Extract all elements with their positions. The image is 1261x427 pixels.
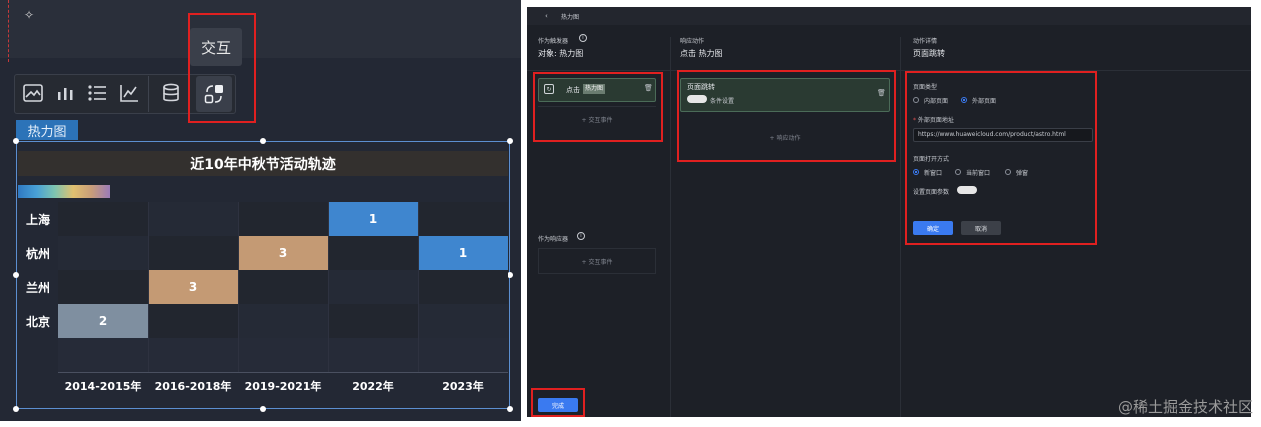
toolbar-divider [148, 76, 149, 112]
component-tag[interactable]: 热力图 [16, 120, 78, 140]
heatmap-empty-cell [148, 236, 238, 270]
heatmap-empty-cell [328, 270, 418, 304]
add-receiver-event-button[interactable]: + 交互事件 [538, 248, 656, 274]
heatmap-empty-cell [148, 338, 238, 372]
x-tick-label: 2014-2015年 [64, 380, 142, 393]
response-title: 点击 热力图 [680, 49, 723, 58]
resize-handle-tr[interactable] [507, 138, 513, 144]
bar-chart-icon[interactable] [52, 80, 78, 106]
image-chart-icon[interactable] [20, 80, 46, 106]
x-tick-label: 2023年 [442, 380, 484, 393]
editor-canvas-panel: ✧ 交互 热力图 近10年中秋节活动轨迹 上海 1 杭州 3 1 兰州 3 北京 2 2014-2… [0, 0, 521, 421]
heatmap-empty-cell [328, 304, 418, 338]
trigger-object-label: 对象: 热力图 [538, 49, 584, 58]
heatmap-empty-cell [58, 236, 148, 270]
database-icon[interactable] [158, 80, 184, 106]
trigger-section-label: 作为触发器 [538, 38, 569, 45]
heatmap-empty-cell [328, 236, 418, 270]
response-section-label: 响应动作 [680, 38, 705, 45]
heatmap-cell: 1 [328, 202, 418, 236]
resize-handle-tm[interactable] [260, 138, 266, 144]
heatmap-empty-cell [58, 202, 148, 236]
resize-handle-bm[interactable] [260, 406, 266, 412]
y-tick-label: 杭州 [25, 246, 50, 261]
highlight-interaction [188, 13, 256, 123]
heatmap-empty-cell [238, 270, 328, 304]
watermark: @稀土掘金技术社区 [1117, 398, 1253, 416]
y-tick-label: 兰州 [25, 280, 50, 295]
heatmap-empty-cell [418, 304, 508, 338]
detail-section-label: 动作详情 [913, 38, 938, 45]
grid-line [148, 202, 149, 372]
x-tick-label: 2016-2018年 [154, 380, 232, 393]
heatmap-cell: 1 [418, 236, 508, 270]
heatmap-empty-cell [58, 338, 148, 372]
resize-handle-br[interactable] [507, 406, 513, 412]
heatmap-chart: 上海 1 杭州 3 1 兰州 3 北京 2 2014-2015年 2016-2018年 2019-20… [18, 202, 508, 402]
column-divider-2 [900, 37, 901, 417]
color-legend [18, 185, 110, 198]
heatmap-empty-cell [238, 304, 328, 338]
heatmap-empty-cell [328, 338, 418, 372]
resize-handle-bl[interactable] [13, 406, 19, 412]
header-title: 热力图 [561, 14, 580, 21]
column-divider-1 [670, 37, 671, 417]
chart-title: 近10年中秋节活动轨迹 [18, 151, 508, 176]
guide-line [8, 0, 9, 62]
heatmap-cell: 2 [58, 304, 148, 338]
x-tick-label: 2022年 [352, 380, 394, 393]
highlight-detail [905, 71, 1097, 245]
x-tick-label: 2019-2021年 [244, 380, 322, 393]
receiver-section-label: 作为响应器 [538, 236, 569, 243]
resize-handle-tl[interactable] [13, 138, 19, 144]
interaction-settings-panel: ‹ 热力图 作为触发器 i 对象: 热力图 ↻ 点击 热力图 🗑 + 交互事件 … [527, 7, 1251, 417]
heatmap-empty-cell [238, 338, 328, 372]
info-icon-2[interactable]: i [577, 232, 585, 240]
panel-header [527, 7, 1251, 25]
sparkle-icon: ✧ [24, 8, 35, 22]
heatmap-empty-cell [148, 202, 238, 236]
line-chart-icon[interactable] [116, 80, 142, 106]
grid-line [418, 202, 419, 372]
list-icon[interactable] [84, 80, 110, 106]
heatmap-cell: 3 [238, 236, 328, 270]
canvas-top-area [0, 0, 521, 58]
heatmap-empty-cell [58, 270, 148, 304]
heatmap-empty-cell [418, 338, 508, 372]
back-icon[interactable]: ‹ [545, 12, 548, 20]
heatmap-empty-cell [148, 304, 238, 338]
highlight-trigger [533, 72, 663, 142]
detail-title: 页面跳转 [913, 49, 945, 58]
highlight-done [531, 388, 585, 417]
info-icon[interactable]: i [579, 34, 587, 42]
heatmap-cell: 3 [148, 270, 238, 304]
heatmap-empty-cell [418, 202, 508, 236]
heatmap-empty-cell [418, 270, 508, 304]
highlight-response [677, 70, 896, 162]
x-axis-line [58, 372, 508, 373]
grid-line [238, 202, 239, 372]
heatmap-empty-cell [238, 202, 328, 236]
y-tick-label: 上海 [25, 212, 50, 227]
grid-line [328, 202, 329, 372]
y-tick-label: 北京 [25, 314, 50, 329]
